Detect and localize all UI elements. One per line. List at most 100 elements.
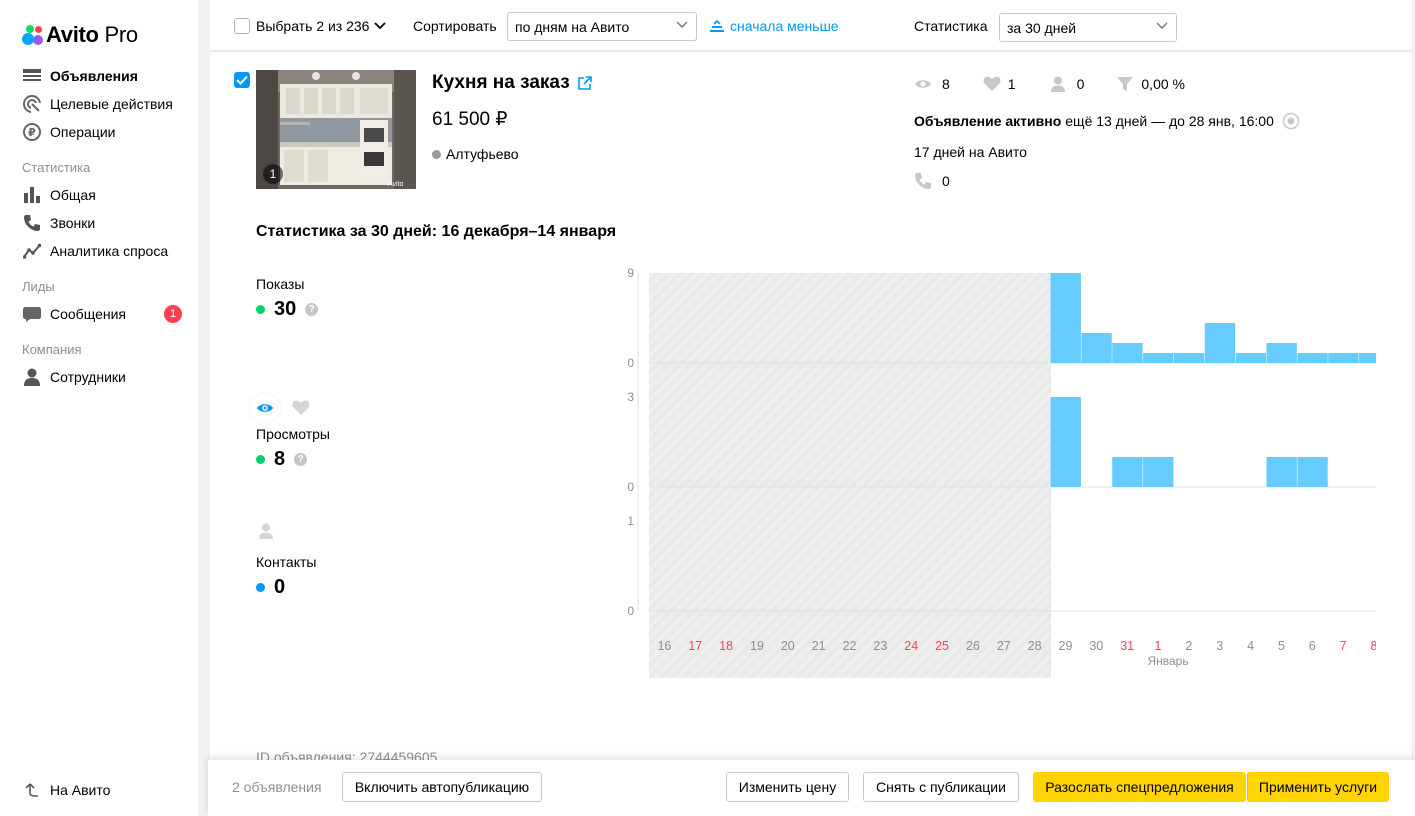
- chart-bar: [1143, 457, 1174, 487]
- sidebar-item-calls[interactable]: Звонки: [22, 209, 192, 237]
- ruble-icon: ₽: [22, 122, 42, 142]
- avito-pro-logo[interactable]: Avito Pro: [22, 22, 138, 48]
- funnel-icon: [1117, 77, 1134, 91]
- views-legend-dot: [256, 455, 265, 464]
- impressions-legend-dot: [256, 305, 265, 314]
- help-icon[interactable]: ?: [305, 303, 319, 316]
- sort-order-link[interactable]: сначала меньше: [710, 0, 839, 52]
- y-tick-label: 3: [627, 390, 634, 404]
- x-tick-label: 7: [1340, 639, 1347, 653]
- back-to-avito-link[interactable]: На Авито: [22, 776, 110, 804]
- enable-autopublish-button[interactable]: Включить автопубликацию: [342, 772, 542, 802]
- chart-bar: [1112, 343, 1143, 363]
- x-tick-label: 23: [873, 639, 887, 653]
- y-tick-label: 0: [627, 356, 634, 370]
- chart-bar: [1235, 353, 1266, 363]
- chevron-down-icon: [676, 21, 688, 28]
- sidebar-item-employees[interactable]: Сотрудники: [22, 363, 192, 391]
- stats-heading: Статистика за 30 дней: 16 декабря–14 янв…: [256, 223, 617, 240]
- nav-section-company: Компания: [22, 342, 82, 357]
- listing-toolbar: Выбрать 2 из 236 Сортировать по дням на …: [210, 0, 1411, 52]
- sidebar-item-label: Сотрудники: [50, 369, 126, 385]
- x-tick-label: 30: [1089, 639, 1103, 653]
- stats-period-label: Статистика: [914, 18, 988, 34]
- checkmark-icon: [236, 75, 248, 85]
- eye-icon: [257, 404, 273, 412]
- bulk-action-bar: 2 объявления Включить автопубликацию Изм…: [208, 760, 1415, 816]
- heart-icon: [983, 76, 1001, 91]
- inactive-period-area: [649, 273, 1052, 678]
- sidebar-item-label: Операции: [50, 124, 116, 140]
- chart-bar: [1050, 397, 1081, 487]
- external-link-icon[interactable]: [577, 76, 592, 90]
- phone-icon: [915, 173, 931, 189]
- select-all-checkbox[interactable]: [234, 18, 250, 34]
- listing-checkbox[interactable]: [234, 72, 250, 88]
- sidebar-item-operations[interactable]: ₽ Операции: [22, 118, 192, 146]
- period-value: за 30 дней: [1007, 19, 1077, 36]
- period-select[interactable]: за 30 дней: [999, 13, 1177, 42]
- autoextend-icon[interactable]: [1282, 112, 1300, 130]
- sidebar-item-label: Целевые действия: [50, 96, 173, 112]
- person-icon: [259, 523, 273, 539]
- listing-title-text: Кухня на заказ: [432, 72, 570, 93]
- sidebar-item-target-actions[interactable]: Целевые действия: [22, 90, 192, 118]
- send-offers-button[interactable]: Разослать спецпредложения: [1033, 772, 1246, 802]
- x-tick-label: 8: [1370, 639, 1376, 653]
- stats-chart: 90301016 17 18 19 20 21 22 23 24 25 26 27 28 29 30 31 1 2…: [627, 266, 1376, 678]
- contacts-legend-dot: [256, 583, 265, 592]
- target-icon: [22, 94, 42, 114]
- y-tick-label: 1: [627, 514, 634, 528]
- unpublish-button[interactable]: Снять с публикации: [863, 772, 1019, 802]
- sort-label: Сортировать: [413, 18, 497, 34]
- x-tick-label: 20: [781, 639, 795, 653]
- sidebar-nav: Объявления Целевые действия ₽ Операции С…: [22, 62, 192, 391]
- x-tick-label: 21: [812, 639, 826, 653]
- select-dropdown[interactable]: Выбрать 2 из 236: [256, 18, 387, 34]
- contacts-toggle[interactable]: [259, 523, 273, 542]
- heart-icon: [292, 400, 310, 415]
- listing-photo[interactable]: Avito 1: [256, 70, 416, 189]
- arrow-back-icon: [22, 783, 42, 797]
- trend-icon: [22, 241, 42, 261]
- x-tick-label: 16: [657, 639, 671, 653]
- status-rest: ещё 13 дней — до 28 янв, 16:00: [1065, 113, 1274, 129]
- listing-title[interactable]: Кухня на заказ: [432, 72, 592, 94]
- impressions-label: Показы: [256, 276, 305, 292]
- person-icon: [22, 367, 42, 387]
- location-text: Алтуфьево: [446, 146, 519, 162]
- nav-section-stats: Статистика: [22, 160, 91, 175]
- chart-bar: [1173, 353, 1205, 363]
- impressions-metric: Показы 30 ?: [256, 276, 319, 321]
- sidebar-item-label: Объявления: [50, 68, 138, 84]
- calls-stat: 0: [914, 172, 950, 190]
- days-on-avito: 17 дней на Авито: [914, 144, 1027, 160]
- favorites-toggle[interactable]: [292, 400, 310, 419]
- help-icon[interactable]: ?: [294, 453, 308, 466]
- sidebar-item-demand-analytics[interactable]: Аналитика спроса: [22, 237, 192, 265]
- month-label: Январь: [1147, 654, 1188, 668]
- views-toggle[interactable]: [250, 394, 280, 422]
- select-all-control[interactable]: Выбрать 2 из 236: [234, 0, 387, 52]
- x-tick-label: 27: [997, 639, 1011, 653]
- contacts-stat: 0: [1050, 76, 1084, 92]
- favorites-stat: 1: [983, 76, 1016, 92]
- views-value: 8: [274, 448, 286, 470]
- sidebar-item-listings[interactable]: Объявления: [22, 62, 192, 90]
- x-tick-label: 4: [1247, 639, 1254, 653]
- apply-services-button[interactable]: Применить услуги: [1247, 772, 1389, 802]
- impressions-value: 30: [274, 298, 297, 320]
- sort-value: по дням на Авито: [515, 18, 630, 35]
- selected-count: 2 объявления: [232, 779, 322, 795]
- sort-select[interactable]: по дням на Авито: [507, 12, 697, 41]
- change-price-button[interactable]: Изменить цену: [726, 772, 849, 802]
- chart-bar: [1050, 273, 1081, 363]
- listings-icon: [22, 66, 42, 86]
- chart-bar: [1297, 353, 1328, 363]
- sidebar-item-label: Общая: [50, 187, 96, 203]
- svg-text:₽: ₽: [28, 126, 36, 139]
- sidebar-item-messages[interactable]: Сообщения 1: [22, 300, 192, 328]
- listing-status: Объявление активно ещё 13 дней — до 28 я…: [914, 112, 1300, 130]
- sidebar-item-label: Аналитика спроса: [50, 243, 169, 259]
- sidebar-item-general[interactable]: Общая: [22, 181, 192, 209]
